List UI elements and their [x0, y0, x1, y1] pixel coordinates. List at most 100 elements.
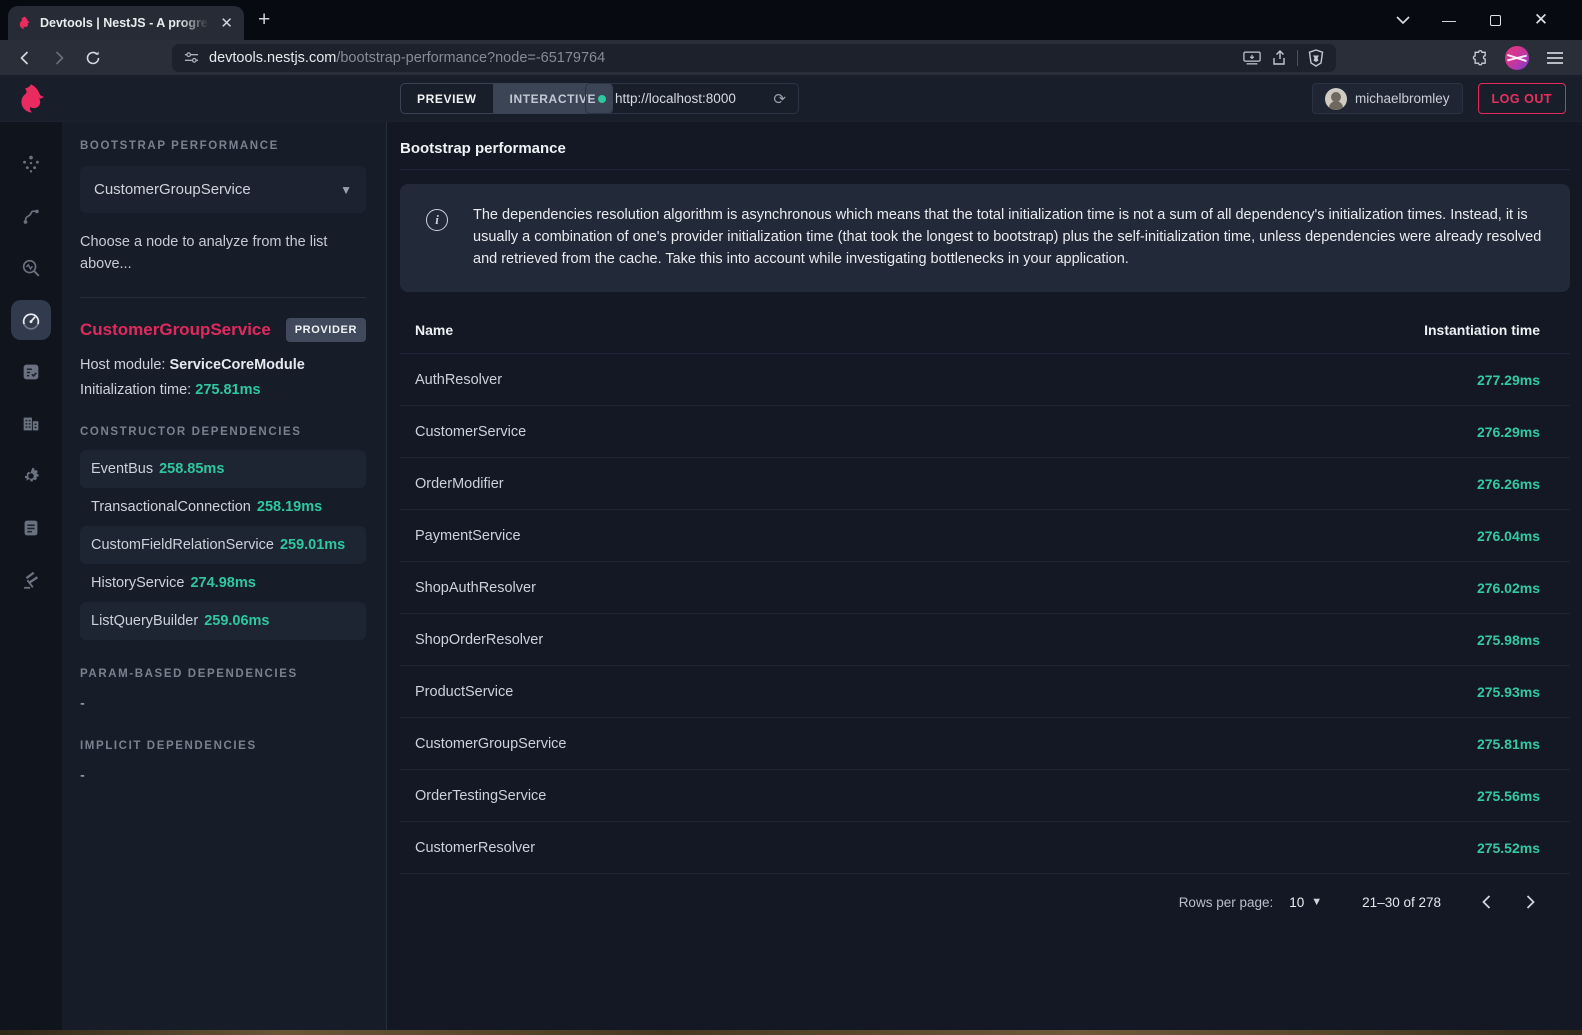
toolbar-right [1471, 46, 1570, 70]
app-header: PREVIEW INTERACTIVE http://localhost:800… [0, 75, 1582, 122]
analysis-panel: BOOTSTRAP PERFORMANCE CustomerGroupServi… [62, 122, 387, 1030]
implicit-deps-empty: - [80, 768, 366, 784]
performance-table: Name Instantiation time AuthResolver 277… [400, 306, 1570, 930]
icon-sidebar [0, 122, 62, 1030]
username: michaelbromley [1355, 91, 1450, 106]
logout-button[interactable]: LOG OUT [1478, 83, 1566, 114]
info-text: The dependencies resolution algorithm is… [473, 204, 1546, 270]
browser-toolbar: devtools.nestjs.com/bootstrap-performanc… [0, 40, 1582, 75]
connection-status-dot [598, 95, 606, 103]
implicit-deps-title: IMPLICIT DEPENDENCIES [80, 740, 366, 752]
menu-icon[interactable] [1546, 51, 1564, 65]
browser-tab[interactable]: Devtools | NestJS - A progressive ✕ [8, 6, 244, 40]
devtools-app: PREVIEW INTERACTIVE http://localhost:800… [0, 75, 1582, 1030]
info-box: i The dependencies resolution algorithm … [400, 184, 1570, 292]
previous-page-button[interactable] [1477, 893, 1495, 911]
dependency-item[interactable]: CustomFieldRelationService 259.01ms [80, 526, 366, 564]
graph-icon[interactable] [11, 144, 51, 184]
rows-per-page-select[interactable]: 10 ▼ [1289, 895, 1322, 910]
preview-tab[interactable]: PREVIEW [401, 84, 494, 113]
dependency-item[interactable]: ListQueryBuilder 259.06ms [80, 602, 366, 640]
send-to-device-icon[interactable] [1243, 51, 1261, 65]
header-right: michaelbromley LOG OUT [1312, 83, 1566, 114]
close-button[interactable]: ✕ [1518, 0, 1564, 40]
extensions-icon[interactable] [1471, 49, 1488, 66]
pagination: Rows per page: 10 ▼ 21–30 of 278 [400, 874, 1570, 930]
node-select-hint: Choose a node to analyze from the list a… [80, 231, 366, 275]
table-row[interactable]: ProductService 275.93ms [400, 666, 1570, 718]
forward-button[interactable] [46, 45, 72, 71]
init-time-line: Initialization time: 275.81ms [80, 382, 366, 398]
flow-icon[interactable] [11, 196, 51, 236]
table-row[interactable]: AuthResolver 277.29ms [400, 354, 1570, 406]
dependency-item[interactable]: TransactionalConnection 258.19ms [80, 488, 366, 526]
user-chip[interactable]: michaelbromley [1312, 83, 1463, 114]
table-row[interactable]: CustomerService 276.29ms [400, 406, 1570, 458]
dependency-item[interactable]: HistoryService 274.98ms [80, 564, 366, 602]
site-settings-icon[interactable] [184, 50, 199, 65]
main-content: Bootstrap performance i The dependencies… [387, 122, 1582, 1030]
gavel-icon[interactable] [11, 560, 51, 600]
chevron-down-icon: ▼ [340, 183, 352, 197]
panel-section-title: BOOTSTRAP PERFORMANCE [80, 140, 366, 152]
selected-node-name: CustomerGroupService [80, 320, 271, 340]
param-deps-title: PARAM-BASED DEPENDENCIES [80, 668, 366, 680]
page-title: Bootstrap performance [400, 140, 1570, 170]
target-url: http://localhost:8000 [615, 91, 764, 106]
column-header-name: Name [415, 322, 1424, 338]
column-header-time: Instantiation time [1424, 322, 1540, 338]
table-row[interactable]: CustomerGroupService 275.81ms [400, 718, 1570, 770]
refresh-icon[interactable]: ⟳ [773, 90, 786, 108]
node-select-value: CustomerGroupService [94, 181, 251, 198]
table-body: AuthResolver 277.29ms CustomerService 27… [400, 354, 1570, 874]
brave-shield-icon[interactable] [1308, 49, 1324, 67]
table-header: Name Instantiation time [400, 306, 1570, 354]
tab-title: Devtools | NestJS - A progressive [40, 16, 209, 30]
inspect-icon[interactable] [11, 248, 51, 288]
rows-per-page-label: Rows per page: [1179, 895, 1274, 910]
address-bar[interactable]: devtools.nestjs.com/bootstrap-performanc… [172, 44, 1336, 72]
table-row[interactable]: PaymentService 276.04ms [400, 510, 1570, 562]
table-row[interactable]: OrderModifier 276.26ms [400, 458, 1570, 510]
tab-close-icon[interactable]: ✕ [217, 16, 236, 31]
browser-tab-bar: Devtools | NestJS - A progressive ✕ + — … [0, 0, 1582, 40]
modules-icon[interactable] [11, 404, 51, 444]
next-page-button[interactable] [1521, 893, 1539, 911]
browser-profile-avatar[interactable] [1505, 46, 1529, 70]
desktop-wallpaper-edge [0, 1030, 1582, 1035]
divider [1297, 50, 1298, 66]
table-row[interactable]: ShopOrderResolver 275.98ms [400, 614, 1570, 666]
share-icon[interactable] [1271, 50, 1287, 66]
performance-gauge-icon[interactable] [11, 300, 51, 340]
minimize-button[interactable]: — [1426, 0, 1472, 40]
back-button[interactable] [12, 45, 38, 71]
info-icon: i [426, 209, 448, 231]
browser-window: Devtools | NestJS - A progressive ✕ + — … [0, 0, 1582, 1035]
new-tab-button[interactable]: + [258, 8, 270, 32]
nestjs-favicon [16, 15, 32, 31]
constructor-deps-title: CONSTRUCTOR DEPENDENCIES [80, 426, 366, 438]
url-text: devtools.nestjs.com/bootstrap-performanc… [209, 50, 605, 66]
param-deps-empty: - [80, 696, 366, 712]
document-icon[interactable] [11, 508, 51, 548]
pagination-range: 21–30 of 278 [1362, 895, 1441, 910]
table-row[interactable]: ShopAuthResolver 276.02ms [400, 562, 1570, 614]
dependency-item[interactable]: EventBus 258.85ms [80, 450, 366, 488]
mode-switch: PREVIEW INTERACTIVE [400, 83, 613, 114]
nestjs-logo[interactable] [0, 75, 62, 122]
user-avatar [1325, 88, 1347, 110]
checklist-icon[interactable] [11, 352, 51, 392]
maximize-button[interactable] [1472, 0, 1518, 40]
tab-search-icon[interactable] [1380, 0, 1426, 40]
table-row[interactable]: OrderTestingService 275.56ms [400, 770, 1570, 822]
divider [80, 297, 366, 298]
table-row[interactable]: CustomerResolver 275.52ms [400, 822, 1570, 874]
settings-gear-icon[interactable] [11, 456, 51, 496]
target-url-box[interactable]: http://localhost:8000 ⟳ [585, 83, 799, 114]
chevron-down-icon: ▼ [1311, 896, 1322, 908]
window-controls: — ✕ [1380, 0, 1582, 40]
reload-button[interactable] [80, 45, 106, 71]
provider-badge: PROVIDER [286, 318, 366, 342]
node-select[interactable]: CustomerGroupService ▼ [80, 166, 366, 213]
constructor-deps-list: EventBus 258.85ms TransactionalConnectio… [80, 450, 366, 640]
